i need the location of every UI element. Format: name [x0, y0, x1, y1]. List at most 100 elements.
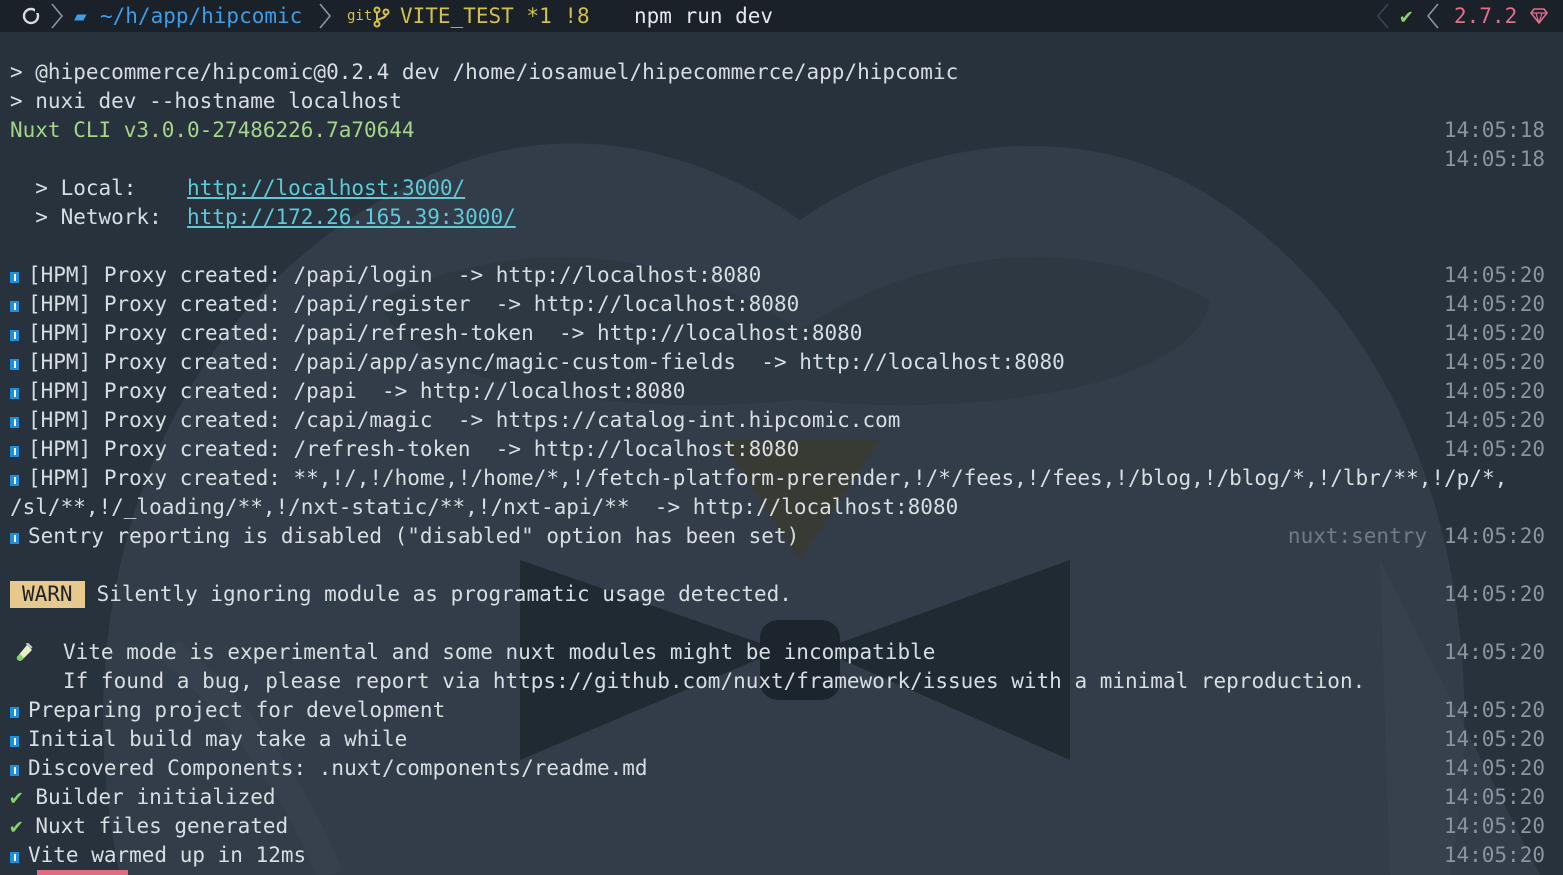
npm-script-line: > @hipecommerce/hipcomic@0.2.4 dev /home…: [10, 60, 959, 84]
log-line: [HPM] Proxy created: /papi/refresh-token…: [10, 319, 1555, 348]
vite-experimental-notice: Vite mode is experimental and some nuxt …: [63, 640, 936, 664]
log-line: > nuxi dev --hostname localhost: [10, 87, 1555, 116]
sentry-log: Sentry reporting is disabled ("disabled"…: [28, 524, 800, 548]
proxy-log: [HPM] Proxy created: /papi/app/async/mag…: [28, 350, 1065, 374]
log-line: [HPM] Proxy created: **,!/,!/home,!/home…: [10, 464, 1555, 493]
info-icon: [10, 388, 19, 399]
timestamp: 14:05:20: [1443, 292, 1545, 316]
info-icon: [10, 446, 19, 457]
log-line: /sl/**,!/_loading/**,!/nxt-static/**,!/n…: [10, 493, 1555, 522]
network-url-link[interactable]: http://172.26.165.39:3000/: [187, 205, 516, 229]
proxy-log: [HPM] Proxy created: /capi/magic -> http…: [28, 408, 901, 432]
ruby-gem-icon: [1530, 8, 1548, 24]
log-line: 14:05:18: [10, 145, 1555, 174]
timestamp: 14:05:20: [1443, 321, 1545, 345]
timestamp: 14:05:18: [1443, 118, 1545, 142]
ruby-version: 2.7.2: [1454, 4, 1518, 28]
log-line: Sentry reporting is disabled ("disabled"…: [10, 522, 1555, 551]
timestamp: 14:05:20: [1443, 437, 1545, 461]
proxy-log: [HPM] Proxy created: **,!/,!/home,!/home…: [28, 466, 1508, 490]
timestamp: 14:05:20: [1443, 843, 1545, 867]
shell-prompt-bar: ▰ ~/h/app/hipcomic git VITE_TEST *1 !8 n…: [0, 0, 1563, 32]
log-line: > @hipecommerce/hipcomic@0.2.4 dev /home…: [10, 58, 1555, 87]
log-line: Nuxt CLI v3.0.0-27486226.7a70644 14:05:18: [10, 116, 1555, 145]
info-icon: [10, 707, 19, 718]
log-line: [HPM] Proxy created: /papi/login -> http…: [10, 261, 1555, 290]
timestamp: 14:05:20: [1443, 727, 1545, 751]
log-tag: nuxt:sentry: [1287, 524, 1427, 548]
log-line: Vite warmed up in 12ms 14:05:20: [10, 841, 1555, 870]
os-logo-icon: [22, 7, 40, 25]
proxy-log: [HPM] Proxy created: /papi/login -> http…: [28, 263, 762, 287]
timestamp: 14:05:20: [1443, 814, 1545, 838]
success-check-icon: ✔: [10, 785, 23, 809]
timestamp: 14:05:20: [1443, 785, 1545, 809]
info-icon: [10, 330, 19, 341]
info-icon: [10, 417, 19, 428]
log-line: [HPM] Proxy created: /refresh-token -> h…: [10, 435, 1555, 464]
timestamp: 14:05:20: [1443, 756, 1545, 780]
info-icon: [10, 301, 19, 312]
success-check-icon: ✔: [10, 814, 23, 838]
info-icon: [10, 533, 19, 544]
status-log: Nuxt files generated: [35, 814, 289, 838]
log-line: [HPM] Proxy created: /papi/app/async/mag…: [10, 348, 1555, 377]
info-icon: [10, 736, 19, 747]
prompt-separator-icon: [319, 3, 332, 29]
log-line: ✔ Nuxt files generated 14:05:20: [10, 812, 1555, 841]
timestamp: 14:05:18: [1443, 147, 1545, 171]
timestamp: 14:05:20: [1443, 582, 1545, 606]
progress-indicator: [37, 870, 128, 875]
status-log: Builder initialized: [35, 785, 276, 809]
timestamp: 14:05:20: [1443, 698, 1545, 722]
log-line: [HPM] Proxy created: /papi/register -> h…: [10, 290, 1555, 319]
vite-bug-report-notice: If found a bug, please report via https:…: [63, 669, 1366, 693]
proxy-log: [HPM] Proxy created: /papi -> http://loc…: [28, 379, 686, 403]
log-line: > Network: http://172.26.165.39:3000/: [10, 203, 1555, 232]
proxy-log: [HPM] Proxy created: /papi/refresh-token…: [28, 321, 863, 345]
local-url-link[interactable]: http://localhost:3000/: [187, 176, 465, 200]
local-label: > Local:: [10, 176, 188, 200]
timestamp: 14:05:20: [1443, 524, 1545, 548]
terminal-output: > @hipecommerce/hipcomic@0.2.4 dev /home…: [10, 58, 1555, 870]
log-line: Preparing project for development 14:05:2…: [10, 696, 1555, 725]
status-log: Discovered Components: .nuxt/components/…: [28, 756, 648, 780]
prompt-separator-icon: [605, 3, 618, 29]
log-line: ✔ Builder initialized 14:05:20: [10, 783, 1555, 812]
current-path: ~/h/app/hipcomic: [100, 4, 303, 28]
info-icon: [10, 272, 19, 283]
prompt-right-separator-icon: [1426, 3, 1439, 29]
folder-icon: ▰: [74, 4, 87, 28]
timestamp: 14:05:20: [1443, 379, 1545, 403]
status-log: Preparing project for development: [28, 698, 446, 722]
git-branch-status: VITE_TEST *1 !8: [400, 4, 590, 28]
log-line: Vite mode is experimental and some nuxt …: [10, 638, 1555, 667]
log-line: WARN Silently ignoring module as programa…: [10, 580, 1555, 609]
network-label: > Network:: [10, 205, 188, 229]
nuxi-command-line: > nuxi dev --hostname localhost: [10, 89, 402, 113]
proxy-log: [HPM] Proxy created: /papi/register -> h…: [28, 292, 800, 316]
info-icon: [10, 359, 19, 370]
test-tube-icon: [16, 643, 33, 661]
info-icon: [10, 765, 19, 776]
git-branch-icon: [373, 6, 390, 28]
warn-message: Silently ignoring module as programatic …: [96, 582, 792, 606]
info-icon: [10, 852, 19, 863]
git-label: git: [347, 8, 373, 24]
timestamp: 14:05:20: [1443, 408, 1545, 432]
typed-command: npm run dev: [634, 4, 774, 28]
log-line: If found a bug, please report via https:…: [10, 667, 1555, 696]
nuxt-cli-version: Nuxt CLI v3.0.0-27486226.7a70644: [10, 118, 415, 142]
log-line: > Local: http://localhost:3000/: [10, 174, 1555, 203]
status-log: Vite warmed up in 12ms: [28, 843, 307, 867]
warn-badge: WARN: [10, 581, 85, 608]
prompt-right-separator-icon: [1376, 3, 1389, 29]
timestamp: 14:05:20: [1443, 640, 1545, 664]
log-line: [HPM] Proxy created: /capi/magic -> http…: [10, 406, 1555, 435]
status-log: Initial build may take a while: [28, 727, 408, 751]
log-line: Discovered Components: .nuxt/components/…: [10, 754, 1555, 783]
timestamp: 14:05:20: [1443, 350, 1545, 374]
